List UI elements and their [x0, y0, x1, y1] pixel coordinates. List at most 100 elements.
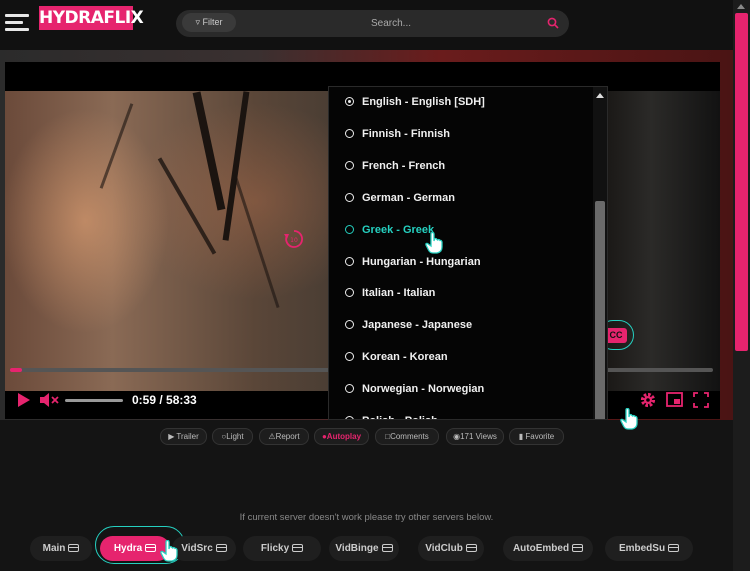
- subtitle-option-label: Greek - Greek: [362, 223, 435, 236]
- report-icon: ⚠: [268, 432, 276, 441]
- filter-label: Filter: [202, 17, 223, 27]
- autoplay-button[interactable]: ●Autoplay: [314, 428, 369, 445]
- page-scrollbar[interactable]: [733, 0, 750, 571]
- filter-button[interactable]: ▿ Filter: [182, 13, 236, 32]
- favorite-button[interactable]: ▮ Favorite: [509, 428, 564, 445]
- views-badge: ◉171 Views: [446, 428, 504, 445]
- radio-icon: [345, 352, 354, 362]
- report-button[interactable]: ⚠Report: [259, 428, 309, 445]
- radio-icon: [345, 128, 354, 138]
- radio-icon: [345, 320, 354, 330]
- server-button-main[interactable]: Main: [30, 536, 92, 561]
- server-icon: [145, 544, 157, 552]
- server-icon: [572, 544, 584, 552]
- subtitle-option[interactable]: Norwegian - Norwegian: [329, 374, 591, 406]
- subtitle-option[interactable]: Finnish - Finnish: [329, 119, 591, 151]
- server-button-vidbinge[interactable]: VidBinge: [329, 536, 399, 561]
- filter-icon: ▿: [195, 17, 200, 27]
- mute-icon[interactable]: [39, 392, 61, 408]
- server-button-autoembed[interactable]: AutoEmbed: [503, 536, 593, 561]
- trailer-button[interactable]: ▶ Trailer: [160, 428, 207, 445]
- scroll-up-icon[interactable]: [737, 4, 745, 9]
- autoplay-label: Autoplay: [326, 432, 362, 441]
- play-icon[interactable]: [17, 392, 31, 408]
- settings-gear-icon[interactable]: [639, 391, 657, 409]
- hand-cursor-icon: [620, 408, 638, 430]
- server-button-vidsrc[interactable]: VidSrc: [172, 536, 236, 561]
- dropdown-scroll-thumb[interactable]: [595, 201, 605, 419]
- server-label: VidClub: [425, 543, 463, 554]
- search-input[interactable]: [246, 13, 536, 33]
- favorite-label: Favorite: [525, 432, 555, 441]
- server-icon: [292, 544, 304, 552]
- server-icon: [68, 544, 80, 552]
- server-label: EmbedSu: [618, 543, 666, 554]
- dropdown-scrollbar[interactable]: [593, 87, 607, 419]
- subtitle-option[interactable]: Hungarian - Hungarian: [329, 247, 591, 279]
- subtitle-dropdown: English - English [SDH] Finnish - Finnish…: [328, 86, 608, 420]
- light-button[interactable]: ○Light: [212, 428, 253, 445]
- dropdown-scroll-up-icon[interactable]: [596, 93, 604, 98]
- server-label: VidBinge: [335, 543, 379, 554]
- radio-icon: [345, 384, 354, 394]
- youtube-icon: ▶: [168, 432, 175, 441]
- server-button-embedsu[interactable]: EmbedSu: [605, 536, 693, 561]
- server-label: Main: [42, 543, 66, 554]
- site-logo[interactable]: HYDRAFLIX: [39, 6, 144, 30]
- server-icon: [381, 544, 393, 552]
- subtitle-option[interactable]: French - French: [329, 151, 591, 183]
- volume-slider[interactable]: [65, 399, 123, 402]
- search-icon[interactable]: [547, 17, 559, 29]
- server-button-vidclub[interactable]: VidClub: [418, 536, 484, 561]
- subtitle-option-label: Finnish - Finnish: [362, 127, 450, 140]
- subtitle-option[interactable]: Italian - Italian: [329, 278, 591, 310]
- rewind-icon[interactable]: 10: [283, 228, 305, 250]
- comments-button[interactable]: □Comments: [375, 428, 439, 445]
- subtitle-option[interactable]: English - English [SDH]: [329, 87, 591, 119]
- bookmark-icon: ▮: [518, 432, 524, 441]
- report-label: Report: [275, 432, 300, 441]
- subtitle-option-label: French - French: [362, 159, 446, 172]
- hand-cursor-icon: [160, 540, 178, 562]
- radio-icon: [345, 224, 354, 234]
- svg-text:10: 10: [290, 237, 298, 244]
- radio-icon: [345, 192, 354, 202]
- subtitle-option[interactable]: German - German: [329, 183, 591, 215]
- subtitle-option[interactable]: Japanese - Japanese: [329, 310, 591, 342]
- server-button-flicky[interactable]: Flicky: [243, 536, 321, 561]
- page-scroll-thumb[interactable]: [735, 13, 748, 351]
- trailer-label: Trailer: [176, 432, 199, 441]
- subtitle-option[interactable]: Greek - Greek: [329, 215, 591, 247]
- server-icon: [668, 544, 680, 552]
- top-header: HYDRAFLIX ▿ Filter: [0, 0, 733, 50]
- menu-icon[interactable]: [5, 14, 29, 32]
- radio-icon: [345, 288, 354, 298]
- server-icon: [465, 544, 477, 552]
- fullscreen-icon[interactable]: [693, 392, 709, 408]
- server-icon: [215, 544, 227, 552]
- radio-icon: [345, 256, 354, 266]
- server-note: If current server doesn't work please tr…: [239, 512, 494, 523]
- picture-in-picture-icon[interactable]: [666, 392, 683, 407]
- radio-icon: [345, 416, 354, 419]
- server-label: Hydra: [113, 543, 143, 554]
- radio-icon: [345, 97, 354, 106]
- server-label: Flicky: [260, 543, 290, 554]
- subtitle-option[interactable]: Korean - Korean: [329, 342, 591, 374]
- search-bar: ▿ Filter: [176, 10, 569, 37]
- captions-button[interactable]: CC: [605, 328, 627, 343]
- subtitle-option-label: Norwegian - Norwegian: [362, 383, 485, 396]
- subtitle-option-label: Korean - Korean: [362, 351, 448, 364]
- server-label: AutoEmbed: [512, 543, 570, 554]
- hand-cursor-icon: [425, 232, 443, 254]
- subtitle-option[interactable]: Polish - Polish: [329, 406, 591, 419]
- subtitle-option-label: Japanese - Japanese: [362, 319, 473, 332]
- comments-label: Comments: [390, 432, 429, 441]
- progress-fill: [10, 368, 22, 372]
- time-display: 0:59 / 58:33: [132, 393, 197, 407]
- subtitle-option-label: Italian - Italian: [362, 287, 436, 300]
- radio-icon: [345, 160, 354, 170]
- server-label: VidSrc: [181, 543, 213, 554]
- subtitle-option-label: English - English [SDH]: [362, 96, 485, 108]
- subtitle-option-label: Hungarian - Hungarian: [362, 255, 481, 268]
